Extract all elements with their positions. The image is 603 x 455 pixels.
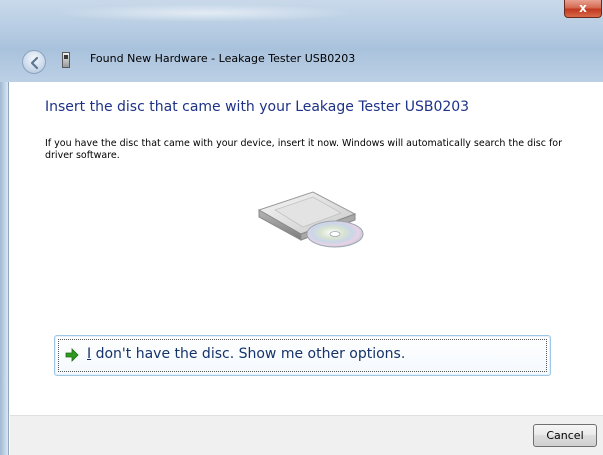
disc-drive-icon [257,191,364,248]
window-titlebar [0,0,603,82]
page-description: If you have the disc that came with your… [45,138,563,161]
wizard-footer [10,415,603,455]
no-disc-option-label: I don't have the disc. Show me other opt… [87,346,405,362]
cancel-button[interactable]: Cancel [533,424,597,447]
page-heading: Insert the disc that came with your Leak… [45,99,470,115]
option-label-text: don't have the disc. Show me other optio… [91,346,406,362]
green-arrow-icon [65,348,79,362]
back-arrow-icon [30,56,39,70]
close-button[interactable]: x [564,0,602,18]
window-title: Found New Hardware - Leakage Tester USB0… [90,52,356,65]
titlebar-glare [55,4,355,22]
no-disc-option-link[interactable]: I don't have the disc. Show me other opt… [54,335,551,376]
usb-device-icon [62,52,70,68]
back-button[interactable] [22,50,46,74]
window-frame-left [0,82,9,455]
